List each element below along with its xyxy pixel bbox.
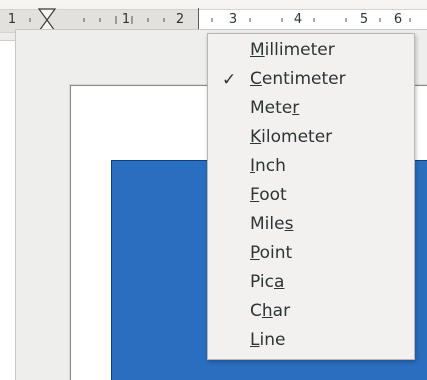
ruler-label: 3: [228, 12, 238, 27]
ruler-label: 2: [175, 12, 185, 27]
menu-item-kilometer[interactable]: Kilometer: [208, 123, 414, 152]
menu-item-point[interactable]: Point: [208, 239, 414, 268]
ruler-label: 1: [7, 12, 17, 27]
measurement-unit-menu: Millimeter ✓ Centimeter Meter Kilometer …: [207, 33, 415, 360]
ruler-label: 5: [359, 12, 369, 27]
menu-item-line[interactable]: Line: [208, 326, 414, 355]
menu-item-char[interactable]: Char: [208, 297, 414, 326]
menu-item-label: Line: [250, 330, 286, 350]
menu-item-label: Meter: [250, 98, 300, 118]
ruler-label: 6: [393, 12, 403, 27]
menu-item-label: Point: [250, 243, 293, 263]
checkmark-icon: ✓: [222, 70, 237, 90]
menu-item-label: Miles: [250, 214, 294, 234]
menu-item-label: Kilometer: [250, 127, 333, 147]
menu-item-label: Inch: [250, 156, 286, 176]
ruler-label: 4: [293, 12, 303, 27]
ruler-label: 1: [121, 12, 131, 27]
menu-item-millimeter[interactable]: Millimeter: [208, 36, 414, 65]
menu-item-meter[interactable]: Meter: [208, 94, 414, 123]
menu-item-foot[interactable]: Foot: [208, 181, 414, 210]
menu-item-label: Char: [250, 301, 291, 321]
menu-item-label: Foot: [250, 185, 287, 205]
impress-window: 1 1 2 3 4 5 6 Millimeter ✓ Centimeter Me…: [0, 0, 427, 380]
menu-item-centimeter[interactable]: ✓ Centimeter: [208, 65, 414, 94]
menu-item-label: Pica: [250, 272, 285, 292]
menu-item-inch[interactable]: Inch: [208, 152, 414, 181]
menu-item-miles[interactable]: Miles: [208, 210, 414, 239]
menu-item-label: Millimeter: [250, 40, 335, 60]
menu-item-pica[interactable]: Pica: [208, 268, 414, 297]
menu-item-label: Centimeter: [250, 69, 346, 89]
